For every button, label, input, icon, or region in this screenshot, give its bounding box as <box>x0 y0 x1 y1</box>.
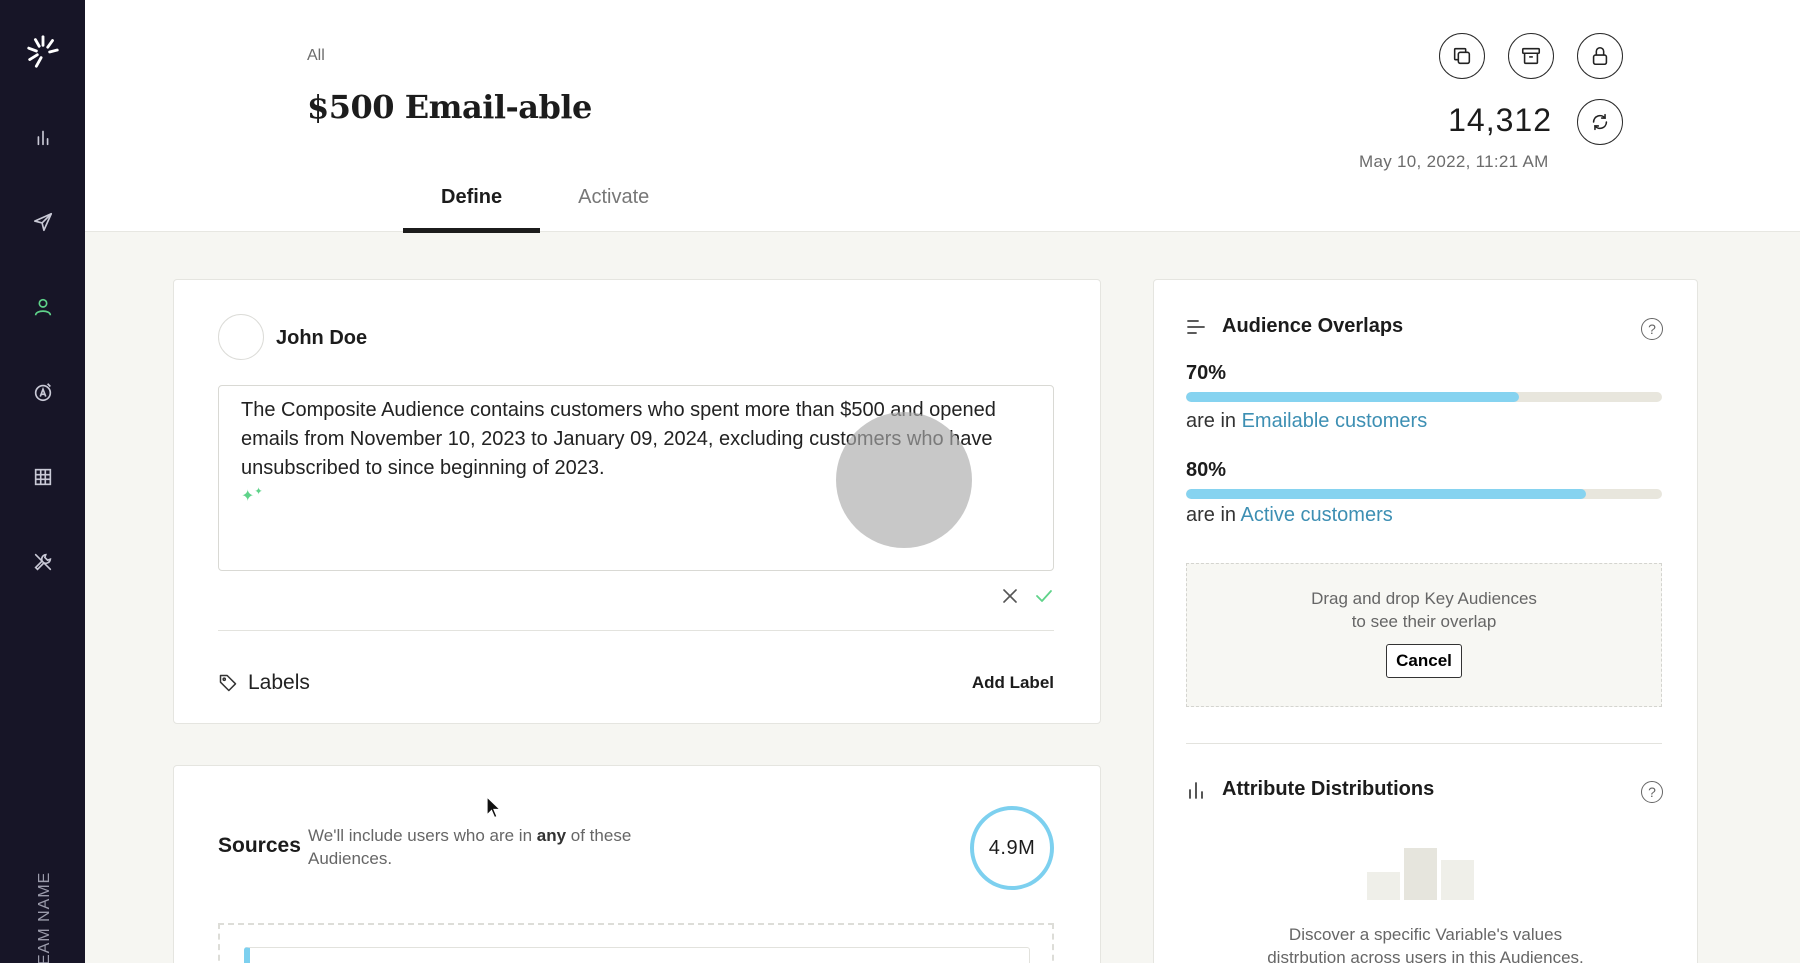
insights-panel: Audience Overlaps ? 70% are in Emailable… <box>1153 279 1698 963</box>
avatar <box>218 314 264 360</box>
breadcrumb[interactable]: All <box>307 47 325 65</box>
audience-count: 14,312 <box>1448 102 1552 138</box>
archive-icon <box>1521 47 1541 65</box>
overlap-label: are in Emailable customers <box>1186 410 1428 432</box>
author-name: John Doe <box>276 327 368 349</box>
archive-button[interactable] <box>1508 33 1554 79</box>
dropzone-hint: Drag and drop Key Audiences to see their … <box>1311 589 1537 631</box>
sparkle-icon[interactable]: ✦✦ <box>241 486 263 506</box>
check-icon[interactable] <box>1034 586 1054 606</box>
overlaps-title: Audience Overlaps <box>1222 315 1404 337</box>
description-card: John Doe The Composite Audience contains… <box>173 279 1101 724</box>
active-customers-link[interactable]: Active customers <box>1240 504 1392 526</box>
send-icon[interactable] <box>28 207 58 237</box>
overlap-bar <box>1186 489 1662 499</box>
sources-dropzone[interactable] <box>218 923 1054 963</box>
touch-indicator <box>836 412 972 548</box>
bar-chart-icon[interactable] <box>28 122 58 152</box>
copy-icon <box>1453 47 1471 65</box>
duplicate-button[interactable] <box>1439 33 1485 79</box>
refresh-icon <box>1592 113 1608 131</box>
labels-row: Labels Add Label <box>218 671 1054 695</box>
sources-title: Sources <box>218 834 301 857</box>
labels-title: Labels <box>248 671 310 694</box>
description-textarea[interactable]: The Composite Audience contains customer… <box>218 385 1054 571</box>
overlap-bar-fill <box>1186 392 1520 402</box>
logo-icon[interactable] <box>22 30 64 72</box>
help-icon[interactable]: ? <box>1641 781 1663 803</box>
sources-count-badge: 4.9M <box>970 806 1054 890</box>
refresh-button[interactable] <box>1577 99 1623 145</box>
tag-icon <box>219 674 237 692</box>
edit-actions <box>1000 586 1054 606</box>
team-name-label: EAM NAME <box>36 871 53 963</box>
tab-define[interactable]: Define <box>403 180 541 233</box>
distributions-title: Attribute Distributions <box>1222 778 1435 800</box>
distributions-hint: Discover a specific Variable's values dis… <box>1267 925 1584 963</box>
divider <box>1186 743 1662 744</box>
lock-icon <box>1592 46 1608 66</box>
compass-icon[interactable] <box>28 377 58 407</box>
last-updated: May 10, 2022, 11:21 AM <box>1359 152 1549 171</box>
source-audience-item[interactable] <box>244 947 1030 963</box>
bar-chart-icon <box>1189 781 1203 799</box>
labels-heading: Labels <box>218 671 310 695</box>
overlap-percent: 70% <box>1186 362 1227 384</box>
wrench-icon[interactable] <box>28 547 58 577</box>
sources-card: Sources We'll include users who are in a… <box>173 765 1101 963</box>
tab-activate[interactable]: Activate <box>540 180 687 232</box>
placeholder-chart-icon <box>1367 848 1474 900</box>
overlap-percent: 80% <box>1186 459 1227 481</box>
key-audiences-dropzone[interactable]: Drag and drop Key Audiences to see their … <box>1186 563 1662 707</box>
help-icon[interactable]: ? <box>1641 318 1663 340</box>
team-name[interactable]: EAM NAME <box>30 835 54 963</box>
divider <box>218 630 1054 631</box>
grid-icon[interactable] <box>28 462 58 492</box>
lock-button[interactable] <box>1577 33 1623 79</box>
add-label-button[interactable]: Add Label <box>972 673 1054 693</box>
close-icon[interactable] <box>1000 586 1020 606</box>
user-icon[interactable] <box>28 292 58 322</box>
distributions-heading: Attribute Distributions <box>1186 778 1434 801</box>
page-header: All $500 Email-able Define Activate 14,3… <box>85 0 1800 233</box>
page-title: $500 Email-able <box>307 88 592 126</box>
overlap-bar <box>1186 392 1662 402</box>
mouse-pointer-icon <box>486 796 502 819</box>
overlaps-heading: Audience Overlaps <box>1186 315 1403 338</box>
emailable-customers-link[interactable]: Emailable customers <box>1242 410 1428 432</box>
sources-description: We'll include users who are in any of th… <box>308 826 632 868</box>
list-icon <box>1187 319 1205 334</box>
overlap-bar-fill <box>1186 489 1586 499</box>
overlap-label: are in Active customers <box>1186 504 1393 526</box>
sidebar: EAM NAME <box>0 0 85 963</box>
cancel-button[interactable]: Cancel <box>1386 644 1462 678</box>
tab-bar: Define Activate <box>403 180 687 233</box>
